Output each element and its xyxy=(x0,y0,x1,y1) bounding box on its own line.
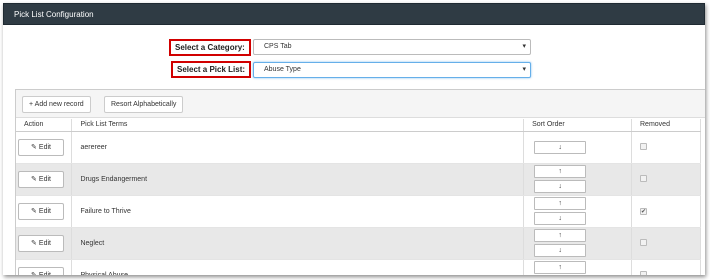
removed-checkbox[interactable] xyxy=(640,238,647,246)
category-value: CPS Tab xyxy=(264,43,292,50)
term-cell: Physical Abuse xyxy=(71,259,525,275)
pencil-icon: ✎ xyxy=(31,175,37,183)
pencil-icon: ✎ xyxy=(31,143,37,151)
edit-button[interactable]: ✎ Edit xyxy=(18,170,64,188)
sort-cell: ↓ xyxy=(523,131,632,164)
removed-cell xyxy=(631,131,701,164)
move-down-button[interactable]: ↓ xyxy=(534,244,587,257)
action-cell: ✎ Edit xyxy=(16,259,73,276)
edit-button[interactable]: ✎ Edit xyxy=(18,234,64,252)
picklist-row: Select a Pick List: xyxy=(171,61,252,78)
table-row: ✎Edit Physical Abuse↑↓ xyxy=(16,259,701,275)
removed-cell: ✔ xyxy=(631,195,701,228)
edit-label: Edit xyxy=(38,175,51,183)
resort-button[interactable]: Resort Alphabetically xyxy=(104,96,184,113)
edit-label: Edit xyxy=(38,207,51,215)
table-row: ✎ Edit aerereer ↓ xyxy=(16,131,701,164)
term-cell: Failure to Thrive xyxy=(71,195,525,228)
term-cell: Neglect xyxy=(71,227,525,260)
edit-label: Edit xyxy=(38,271,51,276)
removed-checkbox[interactable] xyxy=(640,142,647,150)
action-cell: ✎ Edit xyxy=(16,227,73,260)
pencil-icon: ✎ xyxy=(31,207,37,215)
table-row: ✎ Edit Neglect ↑ ↓ xyxy=(16,227,701,260)
move-up-button[interactable]: ↑ xyxy=(534,197,587,210)
move-down-button[interactable]: ↓ xyxy=(534,180,587,193)
add-record-button[interactable]: + Add new record xyxy=(22,96,91,113)
picklist-value: Abuse Type xyxy=(264,66,301,73)
chevron-down-icon: ▾ xyxy=(522,66,526,73)
pick-list-window: Pick List Configuration Select a Categor… xyxy=(3,3,705,275)
window-title: Pick List Configuration xyxy=(3,3,705,25)
edit-button[interactable]: ✎ Edit xyxy=(18,138,64,156)
sort-cell: ↑↓ xyxy=(523,227,632,260)
category-select[interactable]: CPS Tab ▾ xyxy=(253,39,531,55)
removed-checkbox[interactable] xyxy=(640,270,647,275)
edit-label: Edit xyxy=(38,239,51,247)
action-cell: ✎ Edit xyxy=(16,195,73,228)
table-row: ✎ Edit Failure to Thrive ↑ ↓ ✔ xyxy=(16,195,701,228)
action-cell: ✎ Edit xyxy=(16,163,73,196)
pencil-icon: ✎ xyxy=(31,271,37,276)
removed-cell xyxy=(631,163,701,196)
chevron-down-icon: ▾ xyxy=(522,43,526,50)
edit-button[interactable]: ✎ Edit xyxy=(18,202,64,220)
picklist-select[interactable]: Abuse Type ▾ xyxy=(253,62,531,78)
header-sort: Sort Order xyxy=(523,119,632,132)
term-cell: Drugs Endangerment xyxy=(71,163,525,196)
edit-label: Edit xyxy=(38,143,51,151)
header-removed: Removed xyxy=(631,119,701,132)
move-up-button[interactable]: ↑ xyxy=(534,165,587,178)
move-down-button[interactable]: ↓ xyxy=(534,140,587,154)
pencil-icon: ✎ xyxy=(31,239,37,247)
picklist-panel: + Add new record Resort Alphabetically A… xyxy=(15,89,705,275)
removed-checkbox[interactable] xyxy=(640,174,647,182)
edit-button[interactable]: ✎ Edit xyxy=(18,266,64,276)
action-cell: ✎ Edit xyxy=(16,131,73,164)
header-action: Action xyxy=(16,119,73,132)
picklist-label: Select a Pick List: xyxy=(171,61,252,78)
sort-cell: ↑↓ xyxy=(523,195,632,228)
category-label: Select a Category: xyxy=(169,39,251,56)
move-down-button[interactable]: ↓ xyxy=(534,212,587,225)
move-up-button[interactable]: ↑ xyxy=(534,261,587,274)
move-up-button[interactable]: ↑ xyxy=(534,229,587,242)
removed-cell xyxy=(631,227,701,260)
category-row: Select a Category: xyxy=(169,39,251,56)
table-row: ✎ Edit Drugs Endangerment ↑ ↓ xyxy=(16,163,701,196)
sort-cell: ↑↓ xyxy=(523,259,632,275)
header-terms: Pick List Terms xyxy=(71,119,525,132)
picklist-table: Action Pick List Terms Sort Order Remove… xyxy=(16,119,701,275)
removed-cell xyxy=(631,259,701,275)
term-cell: aerereer xyxy=(71,131,525,164)
removed-checkbox[interactable]: ✔ xyxy=(640,207,647,215)
sort-cell: ↑↓ xyxy=(523,163,632,196)
toolbar: + Add new record Resort Alphabetically xyxy=(16,90,705,118)
